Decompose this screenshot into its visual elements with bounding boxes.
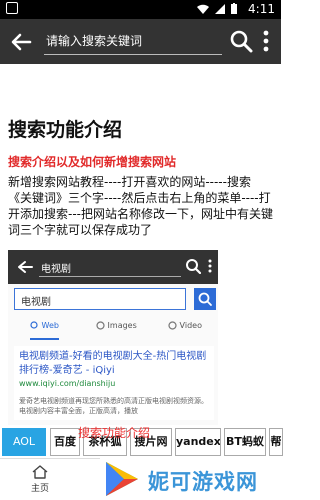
example-toolbar-text: 电视剧 xyxy=(41,264,71,275)
home-icon xyxy=(32,465,48,479)
play-logo-icon xyxy=(106,462,138,496)
engine-bar: AOL 百度 茶杯狐 搜片网 yandex BT蚂蚁 帮 搜索功能介绍 xyxy=(0,426,283,458)
more-options-icon xyxy=(208,259,212,273)
page-title: 搜索功能介绍 xyxy=(8,119,123,141)
battery-icon xyxy=(231,3,237,14)
home-label: 主页 xyxy=(30,484,49,494)
example-tab-web: Web xyxy=(30,316,59,340)
example-result-title: 电视剧频道-好看的电视剧大全-热门电视剧排行榜-爱奇艺 - iQiyi xyxy=(19,351,207,376)
example-tab-images: Images xyxy=(96,316,137,338)
signal-icon xyxy=(214,3,225,14)
example-search-field: 电视剧 xyxy=(14,288,186,310)
example-tab-label: Video xyxy=(179,321,202,330)
search-icon xyxy=(30,321,38,329)
status-bar: 4:11 xyxy=(0,0,281,19)
search-icon[interactable] xyxy=(229,29,253,53)
example-tab-label: Web xyxy=(41,321,59,330)
help-content: 搜索功能介绍 搜索介绍以及如何新增搜索网站 新增搜索网站教程----打开喜欢的网… xyxy=(8,118,274,238)
example-tab-video: Video xyxy=(168,316,202,338)
example-result-url: www.iqiyi.com/dianshiju xyxy=(19,379,116,388)
example-screenshot: 电视剧 电视剧 Web Images Video 电视剧频道-好看的电视剧大全-… xyxy=(8,250,218,425)
example-toolbar-underline xyxy=(39,276,181,277)
watermark: 妮可游戏网 xyxy=(100,458,281,500)
example-result-desc: 爱奇艺电视剧频道再现您所熟悉的高清正版电视剧视频资源。电视剧内容丰富全面，正版高… xyxy=(19,397,208,415)
notification-icon xyxy=(6,2,18,14)
example-tab-label: Images xyxy=(107,321,137,330)
engine-partial[interactable]: 帮 xyxy=(269,428,283,456)
search-icon xyxy=(198,292,212,306)
back-arrow-icon xyxy=(18,261,33,273)
status-time: 4:11 xyxy=(248,2,275,16)
help-subtitle: 搜索介绍以及如何新增搜索网站 xyxy=(8,155,177,169)
example-result: 电视剧频道-好看的电视剧大全-热门电视剧排行榜-爱奇艺 - iQiyi www.… xyxy=(14,346,214,420)
example-search-button xyxy=(194,288,216,310)
more-options-icon[interactable] xyxy=(260,29,272,53)
home-tab[interactable]: 主页 xyxy=(22,465,58,499)
watermark-text: 妮可游戏网 xyxy=(148,470,258,494)
engine-baidu[interactable]: 百度 xyxy=(50,428,80,456)
app-bar xyxy=(0,19,281,64)
video-icon xyxy=(168,321,177,330)
engine-aol[interactable]: AOL xyxy=(2,428,46,456)
help-paragraph: 新增搜索网站教程----打开喜欢的网站-----搜索《关键词》三个字----然后… xyxy=(8,175,273,237)
back-arrow-icon[interactable] xyxy=(8,29,34,55)
search-input[interactable] xyxy=(44,27,222,55)
overlay-caption: 搜索功能介绍 xyxy=(78,426,151,440)
image-icon xyxy=(96,321,105,330)
wifi-icon xyxy=(196,4,209,14)
engine-yandex[interactable]: yandex xyxy=(175,428,221,456)
engine-btmayi[interactable]: BT蚂蚁 xyxy=(224,428,266,456)
search-icon xyxy=(186,259,201,274)
example-toolbar: 电视剧 xyxy=(8,250,218,284)
status-icons xyxy=(196,3,237,15)
example-tabs: Web Images Video xyxy=(8,316,218,340)
